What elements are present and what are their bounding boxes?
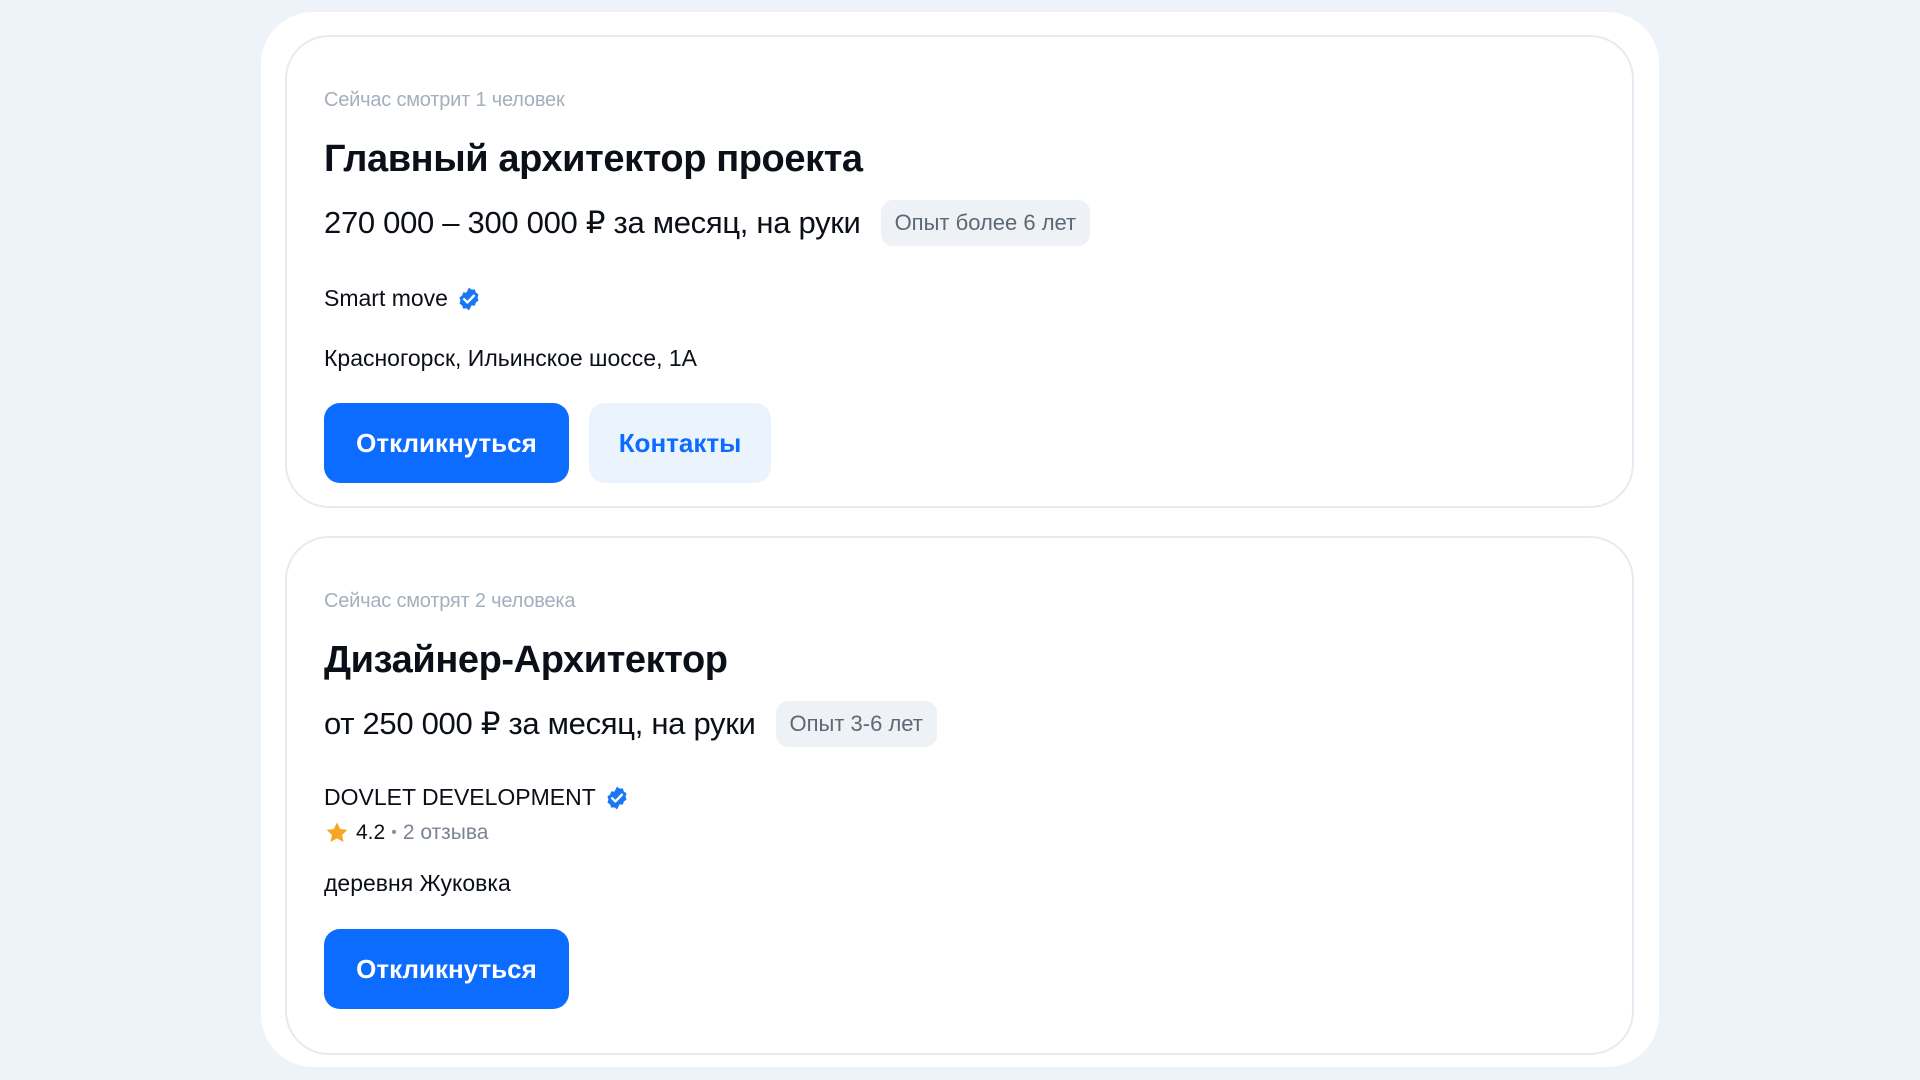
vacancy-card-content: Сейчас смотрит 1 человек Главный архитек… bbox=[324, 37, 1595, 506]
company-name[interactable]: Smart move bbox=[324, 285, 448, 312]
vacancy-card[interactable]: Сейчас смотрят 2 человека Дизайнер-Архит… bbox=[285, 536, 1634, 1055]
experience-badge: Опыт более 6 лет bbox=[880, 200, 1091, 246]
company-name[interactable]: DOVLET DEVELOPMENT bbox=[324, 784, 596, 811]
verified-badge-icon bbox=[607, 786, 627, 809]
verified-badge-icon bbox=[459, 287, 479, 310]
star-icon bbox=[326, 822, 348, 842]
salary-row: 270 000 – 300 000 ₽ за месяц, на руки Оп… bbox=[324, 200, 1091, 246]
experience-badge: Опыт 3-6 лет bbox=[775, 701, 937, 747]
reviews-count[interactable]: 2 отзыва bbox=[403, 821, 489, 845]
company-row: DOVLET DEVELOPMENT bbox=[324, 784, 630, 811]
vacancy-title[interactable]: Главный архитектор проекта bbox=[324, 138, 863, 181]
vacancy-address: Красногорск, Ильинское шоссе, 1А bbox=[324, 345, 698, 371]
rating-separator: • bbox=[391, 824, 397, 841]
company-row: Smart move bbox=[324, 285, 482, 312]
respond-button[interactable]: Откликнуться bbox=[324, 403, 569, 483]
viewers-count: Сейчас смотрит 1 человек bbox=[324, 89, 565, 111]
vacancy-list-panel: Сейчас смотрит 1 человек Главный архитек… bbox=[261, 12, 1659, 1067]
salary: 270 000 – 300 000 ₽ за месяц, на руки bbox=[324, 205, 861, 240]
rating-row[interactable]: 4.2 • 2 отзыва bbox=[324, 820, 488, 846]
contacts-button[interactable]: Контакты bbox=[589, 403, 771, 483]
viewers-count: Сейчас смотрят 2 человека bbox=[324, 590, 576, 612]
rating-value: 4.2 bbox=[356, 821, 386, 844]
vacancy-title[interactable]: Дизайнер-Архитектор bbox=[324, 639, 728, 682]
vacancy-card[interactable]: Сейчас смотрит 1 человек Главный архитек… bbox=[285, 35, 1634, 508]
vacancy-card-content: Сейчас смотрят 2 человека Дизайнер-Архит… bbox=[324, 538, 1595, 1053]
salary: от 250 000 ₽ за месяц, на руки bbox=[324, 706, 756, 741]
respond-button[interactable]: Откликнуться bbox=[324, 929, 569, 1009]
vacancy-address: деревня Жуковка bbox=[324, 870, 511, 896]
salary-row: от 250 000 ₽ за месяц, на руки Опыт 3-6 … bbox=[324, 701, 937, 747]
